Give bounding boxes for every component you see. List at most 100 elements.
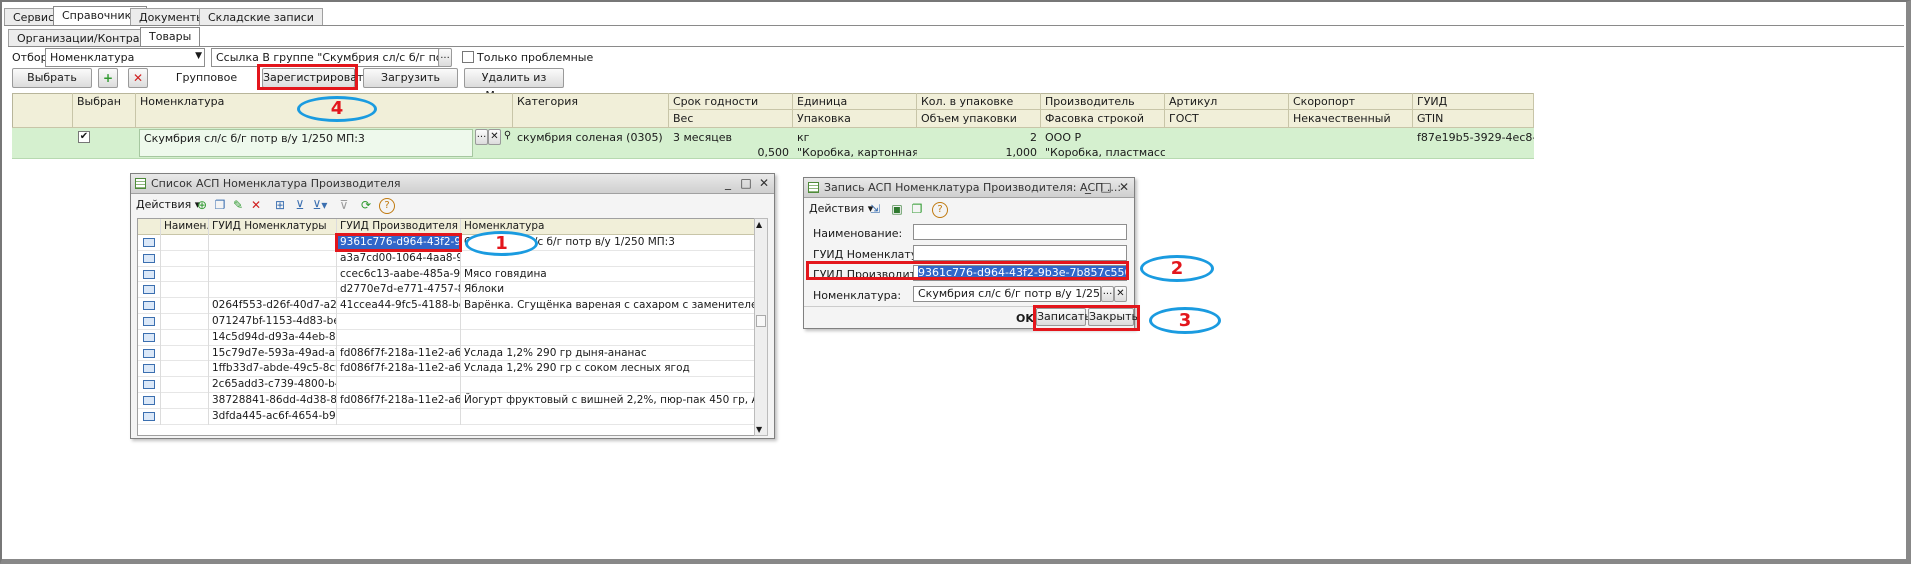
row-marker: [138, 393, 161, 409]
list-item[interactable]: 38728841-86dd-4d38-8871-b...fd086f7f-218…: [138, 393, 758, 409]
list-item[interactable]: 14c5d94d-d93a-44eb-8cd8-6...: [138, 329, 758, 346]
record-actions-menu[interactable]: Действия ▾: [809, 202, 873, 215]
list-window-titlebar[interactable]: Список АСП Номенклатура Производителя _ …: [131, 174, 774, 194]
nomenclature-input[interactable]: Скумбрия сл/с б/г потр в/у 1/250 МП:3: [913, 286, 1101, 302]
list-header-name[interactable]: Наимен...: [161, 219, 209, 235]
row-pack-volume: 1,000: [1005, 146, 1038, 159]
list-item[interactable]: a3a7cd00-1064-4aa8-9ff0-8...: [138, 250, 758, 267]
header-gtin[interactable]: GTIN: [1413, 110, 1534, 128]
row-guid-producer: d2770e7d-e771-4757-822d-...: [337, 282, 461, 299]
filter-icon[interactable]: ⊞: [271, 196, 289, 214]
header-gost[interactable]: ГОСТ: [1165, 110, 1289, 128]
minimize-icon[interactable]: _: [720, 175, 736, 191]
delete-icon[interactable]: ✕: [128, 68, 148, 88]
filter-off-icon[interactable]: ⊽: [335, 196, 353, 214]
row-guid-nomenclature: 3dfda445-ac6f-4654-b949-40...: [209, 408, 337, 425]
list-item[interactable]: 0264f553-d26f-40d7-a23c-61...41ccea44-9f…: [138, 298, 758, 314]
help-icon[interactable]: ?: [932, 202, 948, 218]
save-and-close-icon[interactable]: ⇲: [866, 200, 884, 218]
record-icon: [143, 411, 155, 421]
row-guid-nomenclature: 0264f553-d26f-40d7-a23c-61...: [209, 298, 337, 314]
list-item[interactable]: ccec6c13-aabe-485a-950b-...Мясо говядина: [138, 266, 758, 283]
list-header-guid-nomenclature[interactable]: ГУИД Номенклатуры: [209, 219, 337, 235]
row-marker: [138, 235, 161, 251]
list-item[interactable]: 071247bf-1153-4d83-becd-1...: [138, 314, 758, 330]
scroll-down-icon[interactable]: ▼: [756, 425, 762, 434]
delete-icon[interactable]: ✕: [247, 196, 265, 214]
header-packing-line[interactable]: Фасовка строкой: [1041, 110, 1165, 128]
row-nomenclature: Варёнка. Сгущёнка вареная с сахаром с за…: [461, 298, 758, 314]
name-input[interactable]: [913, 224, 1127, 240]
row-guid: f87e19b5-3929-4ec8-9cbc-...: [1417, 131, 1534, 144]
row-choose-button[interactable]: ...: [475, 129, 488, 145]
help-icon[interactable]: ?: [379, 198, 395, 214]
subtab-divider: [8, 46, 1904, 47]
only-problem-checkbox[interactable]: [462, 51, 474, 63]
row-name: [161, 393, 209, 409]
record-window-titlebar[interactable]: Запись АСП Номенклатура Производителя: А…: [804, 178, 1134, 198]
header-packaging[interactable]: Упаковка: [793, 110, 917, 128]
nomenclature-clear-icon[interactable]: ✕: [1114, 286, 1127, 302]
add-icon[interactable]: +: [98, 68, 118, 88]
close-icon[interactable]: ✕: [1116, 179, 1132, 195]
ok-button[interactable]: OK: [1016, 312, 1034, 325]
delete-from-mercury-button[interactable]: Удалить из Меркурия: [464, 68, 564, 102]
record-icon: [143, 380, 155, 390]
header-producer[interactable]: Производитель: [1041, 93, 1165, 110]
record-icon: [143, 364, 155, 374]
filter-type-select[interactable]: Номенклатура ▼: [45, 48, 205, 67]
add-icon[interactable]: ⊕: [193, 196, 211, 214]
row-nomenclature-field[interactable]: Скумбрия сл/с б/г потр в/у 1/250 МП:3: [139, 129, 473, 157]
list-item[interactable]: d2770e7d-e771-4757-822d-...Яблоки: [138, 282, 758, 299]
list-item[interactable]: 2c65add3-c739-4800-b4ba-6...: [138, 377, 758, 393]
copy-icon[interactable]: ❐: [211, 196, 229, 214]
header-defective[interactable]: Некачественный: [1289, 110, 1413, 128]
tab-warehouse-records[interactable]: Складские записи: [199, 8, 323, 26]
load-goods-button[interactable]: Загрузить товары: [363, 68, 458, 102]
row-guid-nomenclature: 38728841-86dd-4d38-8871-b...: [209, 393, 337, 409]
row-name: [161, 314, 209, 330]
filter-choose-button[interactable]: ...: [438, 48, 452, 67]
header-weight[interactable]: Вес: [669, 110, 793, 128]
filter-by-value-icon[interactable]: ⊻: [291, 196, 309, 214]
header-unit[interactable]: Единица: [793, 93, 917, 110]
row-clear-icon[interactable]: ✕: [488, 129, 501, 145]
list-item[interactable]: 3dfda445-ac6f-4654-b949-40...: [138, 408, 758, 425]
edit-icon[interactable]: ✎: [229, 196, 247, 214]
scroll-up-icon[interactable]: ▲: [756, 220, 762, 229]
header-shelf-life[interactable]: Срок годности: [669, 93, 793, 110]
subtab-goods[interactable]: Товары: [140, 27, 201, 47]
header-category[interactable]: Категория: [513, 93, 669, 128]
nomenclature-choose-button[interactable]: ...: [1101, 286, 1114, 302]
list-actions-menu[interactable]: Действия ▾: [136, 198, 200, 211]
header-pack-volume[interactable]: Объем упаковки: [917, 110, 1041, 128]
row-category: скумбрия соленая (0305): [517, 131, 663, 144]
scroll-thumb[interactable]: [756, 315, 766, 327]
header-article[interactable]: Артикул: [1165, 93, 1289, 110]
filter-list-icon[interactable]: ⊻▾: [311, 196, 329, 214]
row-marker: [138, 266, 161, 283]
minimize-icon[interactable]: _: [1080, 179, 1096, 195]
row-guid-nomenclature: 1ffb33d7-abde-49c5-8c97-c7...: [209, 361, 337, 378]
header-guid[interactable]: ГУИД: [1413, 93, 1534, 110]
list-item[interactable]: 1ffb33d7-abde-49c5-8c97-c7...fd086f7f-21…: [138, 361, 758, 378]
save-icon[interactable]: ▣: [888, 200, 906, 218]
list-item[interactable]: 15c79d7e-593a-49ad-a7f8-c...fd086f7f-218…: [138, 345, 758, 362]
maximize-icon[interactable]: □: [738, 175, 754, 191]
copy-icon[interactable]: ❐: [908, 200, 926, 218]
select-button[interactable]: Выбрать: [12, 68, 92, 88]
header-qty-in-pack[interactable]: Кол. в упаковке: [917, 93, 1041, 110]
close-icon[interactable]: ✕: [756, 175, 772, 191]
header-selected[interactable]: Выбран: [73, 93, 136, 128]
row-guid-nomenclature: [209, 282, 337, 299]
guid-nomenclature-input[interactable]: [913, 245, 1127, 261]
group-fill-button[interactable]: Групповое заполнение: [155, 68, 258, 102]
row-selected-checkbox[interactable]: ✔: [78, 131, 90, 143]
row-name: [161, 408, 209, 425]
header-perishable[interactable]: Скоропорт: [1289, 93, 1413, 110]
list-scrollbar[interactable]: ▲ ▼: [754, 218, 768, 436]
refresh-icon[interactable]: ⟳: [357, 196, 375, 214]
row-guid-nomenclature: 071247bf-1153-4d83-becd-1...: [209, 314, 337, 330]
maximize-icon[interactable]: □: [1098, 179, 1114, 195]
row-guid-nomenclature: 2c65add3-c739-4800-b4ba-6...: [209, 377, 337, 393]
